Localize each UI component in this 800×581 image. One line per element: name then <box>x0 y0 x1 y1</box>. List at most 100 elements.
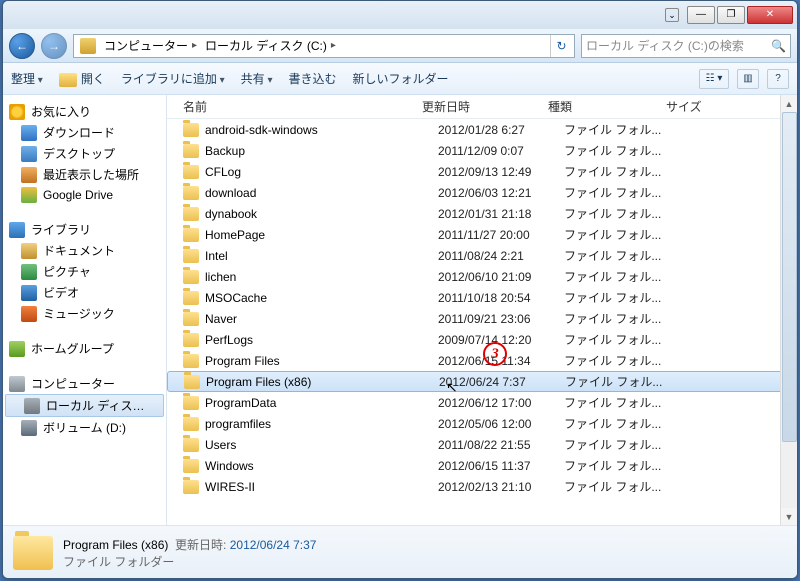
file-row[interactable]: MSOCache2011/10/18 20:54ファイル フォル... <box>167 287 797 308</box>
folder-icon <box>183 480 199 494</box>
file-name: Naver <box>205 312 438 326</box>
file-type: ファイル フォル... <box>564 352 682 369</box>
tree-libraries[interactable]: ライブラリ <box>3 219 166 240</box>
folder-icon <box>183 312 199 326</box>
file-date: 2012/06/03 12:21 <box>438 186 564 200</box>
view-options-button[interactable]: ☷ ▾ <box>699 69 729 89</box>
close-button[interactable]: ✕ <box>747 6 793 24</box>
organize-menu[interactable]: 整理 <box>11 70 43 87</box>
videos-icon <box>21 285 37 301</box>
scroll-thumb[interactable] <box>782 112 797 442</box>
scroll-down-button[interactable]: ▼ <box>781 508 797 525</box>
tree-desktop[interactable]: デスクトップ <box>3 143 166 164</box>
back-button[interactable]: ← <box>9 33 35 59</box>
folder-icon <box>183 123 199 137</box>
file-row[interactable]: PerfLogs2009/07/14 12:20ファイル フォル... <box>167 329 797 350</box>
file-row[interactable]: android-sdk-windows2012/01/28 6:27ファイル フ… <box>167 119 797 140</box>
star-icon <box>9 104 25 120</box>
refresh-button[interactable]: ↻ <box>550 35 572 57</box>
file-date: 2012/06/12 17:00 <box>438 396 564 410</box>
minimize-button[interactable]: — <box>687 6 715 24</box>
file-row[interactable]: ProgramData2012/06/12 17:00ファイル フォル... <box>167 392 797 413</box>
file-name: download <box>205 186 438 200</box>
preview-pane-button[interactable]: ▥ <box>737 69 759 89</box>
tree-music[interactable]: ミュージック <box>3 303 166 324</box>
file-row[interactable]: WIRES-II2012/02/13 21:10ファイル フォル... <box>167 476 797 497</box>
hdd-icon <box>24 398 40 414</box>
file-type: ファイル フォル... <box>564 163 682 180</box>
recent-icon <box>21 167 37 183</box>
file-name: HomePage <box>205 228 438 242</box>
tree-local-disk-c[interactable]: ローカル ディス… <box>5 394 164 417</box>
file-row[interactable]: dynabook2012/01/31 21:18ファイル フォル... <box>167 203 797 224</box>
file-name: Backup <box>205 144 438 158</box>
file-type: ファイル フォル... <box>564 478 682 495</box>
folder-icon <box>183 228 199 242</box>
library-menu[interactable]: ライブラリに追加 <box>121 70 225 87</box>
address-bar[interactable]: コンピューター▸ ローカル ディスク (C:)▸ ↻ <box>73 34 575 58</box>
file-type: ファイル フォル... <box>564 121 682 138</box>
file-type: ファイル フォル... <box>564 331 682 348</box>
details-type: ファイル フォルダー <box>63 553 316 570</box>
file-row[interactable]: HomePage2011/11/27 20:00ファイル フォル... <box>167 224 797 245</box>
column-size[interactable]: サイズ <box>666 98 797 115</box>
file-name: CFLog <box>205 165 438 179</box>
toolbar: 整理 開く ライブラリに追加 共有 書き込む 新しいフォルダー ☷ ▾ ▥ ? <box>3 63 797 95</box>
tree-homegroup[interactable]: ホームグループ <box>3 338 166 359</box>
file-row[interactable]: programfiles2012/05/06 12:00ファイル フォル... <box>167 413 797 434</box>
file-row[interactable]: Intel2011/08/24 2:21ファイル フォル... <box>167 245 797 266</box>
file-row[interactable]: lichen2012/06/10 21:09ファイル フォル... <box>167 266 797 287</box>
file-row[interactable]: Windows2012/06/15 11:37ファイル フォル... <box>167 455 797 476</box>
tree-favorites[interactable]: お気に入り <box>3 101 166 122</box>
file-date: 2012/05/06 12:00 <box>438 417 564 431</box>
open-button[interactable]: 開く <box>59 70 105 87</box>
tree-videos[interactable]: ビデオ <box>3 282 166 303</box>
scroll-up-button[interactable]: ▲ <box>781 95 797 112</box>
share-menu[interactable]: 共有 <box>241 70 273 87</box>
help-button[interactable]: ? <box>767 69 789 89</box>
forward-button[interactable]: → <box>41 33 67 59</box>
column-type[interactable]: 種類 <box>548 98 666 115</box>
titlebar[interactable]: ⌄ — ❐ ✕ <box>3 1 797 29</box>
tree-pictures[interactable]: ピクチャ <box>3 261 166 282</box>
tree-documents[interactable]: ドキュメント <box>3 240 166 261</box>
file-row[interactable]: Naver2011/09/21 23:06ファイル フォル... <box>167 308 797 329</box>
tree-computer[interactable]: コンピューター <box>3 373 166 394</box>
homegroup-icon <box>9 341 25 357</box>
details-pane: Program Files (x86) 更新日時: 2012/06/24 7:3… <box>3 525 797 579</box>
file-type: ファイル フォル... <box>564 184 682 201</box>
file-date: 2012/06/10 21:09 <box>438 270 564 284</box>
search-placeholder: ローカル ディスク (C:)の検索 <box>586 37 744 54</box>
details-name: Program Files (x86) <box>63 538 168 552</box>
tree-recent[interactable]: 最近表示した場所 <box>3 164 166 185</box>
breadcrumb[interactable]: コンピューター▸ <box>100 35 201 57</box>
maximize-button[interactable]: ❐ <box>717 6 745 24</box>
column-name[interactable]: 名前 <box>167 98 422 115</box>
file-row[interactable]: Users2011/08/22 21:55ファイル フォル... <box>167 434 797 455</box>
annotation-badge: 3 <box>483 342 507 366</box>
file-name: android-sdk-windows <box>205 123 438 137</box>
file-row[interactable]: Program Files (x86)2012/06/24 7:37ファイル フ… <box>167 371 797 392</box>
tree-volume-d[interactable]: ボリューム (D:) <box>3 417 166 438</box>
new-folder-button[interactable]: 新しいフォルダー <box>353 70 449 87</box>
column-date[interactable]: 更新日時 <box>422 98 548 115</box>
file-row[interactable]: CFLog2012/09/13 12:49ファイル フォル... <box>167 161 797 182</box>
folder-icon <box>183 291 199 305</box>
folder-icon <box>183 249 199 263</box>
breadcrumb[interactable]: ローカル ディスク (C:)▸ <box>201 35 340 57</box>
burn-button[interactable]: 書き込む <box>289 70 337 87</box>
file-name: Program Files (x86) <box>206 375 439 389</box>
file-name: lichen <box>205 270 438 284</box>
file-row[interactable]: Program Files2012/06/15 11:34ファイル フォル...… <box>167 350 797 371</box>
file-row[interactable]: download2012/06/03 12:21ファイル フォル... <box>167 182 797 203</box>
tree-gdrive[interactable]: Google Drive <box>3 185 166 205</box>
scrollbar[interactable]: ▲ ▼ <box>780 95 797 525</box>
file-type: ファイル フォル... <box>564 247 682 264</box>
search-input[interactable]: ローカル ディスク (C:)の検索 🔍 <box>581 34 791 58</box>
file-type: ファイル フォル... <box>565 373 683 390</box>
file-type: ファイル フォル... <box>564 142 682 159</box>
tree-downloads[interactable]: ダウンロード <box>3 122 166 143</box>
folder-icon <box>183 459 199 473</box>
expand-icon[interactable]: ⌄ <box>665 8 679 22</box>
file-row[interactable]: Backup2011/12/09 0:07ファイル フォル... <box>167 140 797 161</box>
